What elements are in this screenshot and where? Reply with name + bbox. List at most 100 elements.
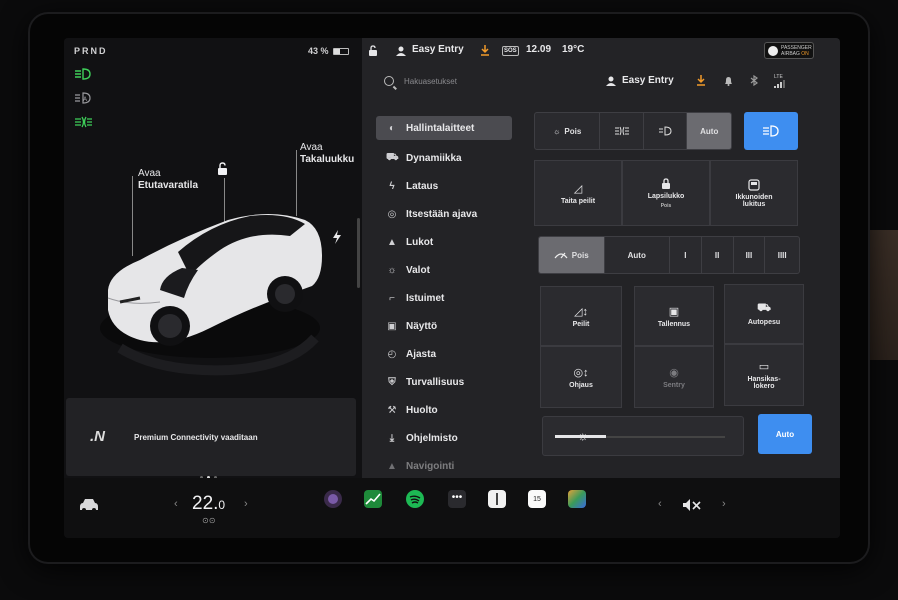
download-icon[interactable] (480, 45, 490, 56)
menu-item-navigation[interactable]: ▲ Navigointi (376, 452, 512, 480)
sentry-button[interactable]: ◉ Sentry (634, 346, 714, 408)
temp-decrease-button[interactable]: ‹ (174, 498, 178, 510)
menu-item-steering-wheel[interactable]: ◎ Itsestään ajava (376, 200, 512, 228)
sos-badge[interactable]: SOS (502, 46, 519, 56)
child-lock-button[interactable]: Lapsilukko Pois (622, 160, 710, 226)
menu-item-car[interactable]: ⛟ Dynamiikka (376, 144, 512, 172)
profile-icon[interactable] (606, 76, 616, 86)
high-beam-button[interactable] (744, 112, 798, 150)
bluetooth-icon[interactable] (750, 75, 758, 86)
battery-indicator: 43 % (308, 46, 349, 56)
frunk-label[interactable]: Avaa Etutavaratila (138, 168, 198, 192)
menu-item-bolt[interactable]: ϟ Lataus (376, 172, 512, 200)
mirrors-adjust-button[interactable]: ◿↕ Peilit (540, 286, 622, 346)
car-controls-icon[interactable] (78, 498, 100, 512)
bell-icon[interactable] (724, 76, 733, 86)
frunk-name: Etutavaratila (138, 180, 199, 191)
spotify-app-icon[interactable] (406, 490, 424, 508)
child-lock-icon (662, 177, 670, 189)
brightness-auto-button[interactable]: Auto (758, 414, 812, 454)
high-beam-icon (763, 125, 779, 137)
toybox-app-icon[interactable] (568, 490, 586, 508)
display-icon: ▣ (387, 320, 397, 332)
brightness-slider[interactable]: ☼ (542, 416, 744, 456)
camera-app-icon[interactable] (324, 490, 342, 508)
wipers-speed-3-option[interactable]: III (734, 237, 766, 273)
glovebox-button[interactable]: ▭ Hansikas- lokero (724, 344, 804, 406)
fold-mirrors-label: Taita peilit (560, 197, 596, 205)
car-visualization-panel: PRND 43 % A Avaa Etutavaratila Avaa Taka… (64, 38, 362, 478)
more-apps-icon[interactable]: ••• (448, 490, 466, 508)
wipers-speed-1-option[interactable]: I (670, 237, 702, 273)
manual-app-icon[interactable] (488, 490, 506, 508)
headlights-off-label: Pois (564, 126, 582, 136)
download-icon[interactable] (696, 75, 706, 86)
connectivity-logo: .N (90, 428, 105, 445)
header-profile-name[interactable]: Easy Entry (622, 75, 674, 86)
passenger-airbag-indicator: PASSENGER AIRBAG ON (764, 42, 814, 59)
sun-icon: ☼ (553, 126, 561, 136)
airbag-icon (768, 46, 778, 56)
steering-adjust-button[interactable]: ◎↕ Ohjaus (540, 346, 622, 408)
unlock-icon[interactable] (216, 162, 230, 176)
navigation-icon: ▲ (387, 460, 397, 472)
parking-lights-option[interactable] (600, 113, 644, 149)
status-profile-name[interactable]: Easy Entry (412, 44, 464, 55)
wipers-speed-4-option[interactable]: IIII (765, 237, 799, 273)
wipers-speed-2-label: II (714, 250, 720, 260)
lock-status-icon[interactable] (368, 45, 380, 57)
menu-item-shield[interactable]: ⛨ Turvallisuus (376, 368, 512, 396)
low-beam-option[interactable] (644, 113, 688, 149)
menu-item-wrench[interactable]: ⚒ Huolto (376, 396, 512, 424)
download-icon: ⤓ (389, 432, 395, 444)
menu-item-lock[interactable]: ▲ Lukot (376, 228, 512, 256)
brightness-auto-label: Auto (775, 429, 795, 439)
menu-item-sun[interactable]: ☼ Valot (376, 256, 512, 284)
calendar-app-icon[interactable]: 15 (528, 490, 546, 508)
wipers-speed-3-label: III (745, 250, 753, 260)
fold-mirrors-button[interactable]: ◿ Taita peilit (534, 160, 622, 226)
trunk-label[interactable]: Avaa Takaluukku (300, 142, 354, 166)
menu-item-download[interactable]: ⤓ Ohjelmisto (376, 424, 512, 452)
window-lock-label-line1: Ikkunoiden (735, 193, 773, 201)
steering-wheel-icon: ◎↕ (573, 366, 589, 379)
auto-headlights-icon: A (75, 92, 91, 104)
climate-temperature[interactable]: 22.0 (192, 493, 225, 515)
trunk-name: Takaluukku (300, 154, 355, 165)
car-illustration (100, 214, 322, 376)
menu-item-toggle[interactable]: ◐ Hallintalaitteet (376, 116, 512, 140)
wrench-icon: ⚒ (387, 404, 397, 416)
volume-down-button[interactable]: ‹ (658, 498, 662, 510)
headlights-off-option[interactable]: ☼ Pois (535, 113, 601, 149)
headlights-auto-option[interactable]: Auto (687, 113, 731, 149)
battery-icon (332, 47, 349, 55)
wipers-speed-2-option[interactable]: II (702, 237, 734, 273)
battery-percent: 43 % (308, 46, 329, 56)
volume-muted-icon[interactable] (682, 498, 702, 512)
volume-up-button[interactable]: › (722, 498, 726, 510)
menu-item-alarm-clock[interactable]: ◴ Ajasta (376, 340, 512, 368)
menu-item-seat[interactable]: ⌐ Istuimet (376, 284, 512, 312)
temp-decimal: 0 (218, 498, 226, 512)
wipers-speed-1-label: I (684, 250, 687, 260)
search-bar[interactable]: Hakuasetukset Easy Entry LTE (362, 70, 840, 94)
menu-item-display[interactable]: ▣ Näyttö (376, 312, 512, 340)
lock-icon: ▲ (387, 236, 397, 248)
profile-icon[interactable] (396, 46, 406, 56)
wipers-off-option[interactable]: Pois (539, 237, 605, 273)
window-lock-label-line2: lukitus (742, 200, 766, 208)
dashcam-button[interactable]: ▣ Tallennus (634, 286, 714, 346)
car-wash-button[interactable]: ⛟ Autopesu (724, 284, 804, 344)
headlights-auto-label: Auto (700, 126, 719, 136)
connectivity-card[interactable]: .N Premium Connectivity vaaditaan (66, 398, 356, 476)
charge-port-icon[interactable] (332, 230, 342, 244)
headlights-on-icon (75, 68, 91, 80)
temp-increase-button[interactable]: › (244, 498, 248, 510)
car-panel-scrollbar[interactable] (357, 218, 360, 288)
airbag-line2: AIRBAG (781, 51, 800, 57)
climate-fan-icon[interactable]: ⊙⊙ (202, 516, 215, 525)
window-lock-button[interactable]: Ikkunoiden lukitus (710, 160, 798, 226)
energy-app-icon[interactable] (364, 490, 382, 508)
wipers-auto-option[interactable]: Auto (605, 237, 670, 273)
sentry-icon: ◉ (669, 366, 679, 379)
